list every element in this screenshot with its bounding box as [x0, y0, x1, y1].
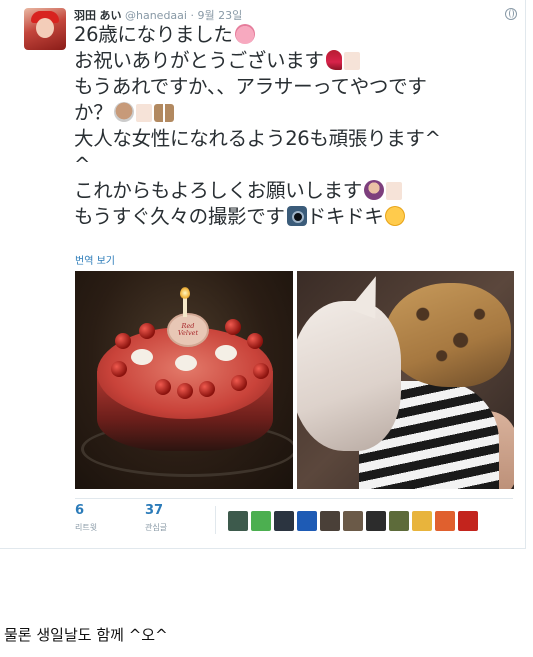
retweet-stat[interactable]: 6 리트윗 [75, 503, 97, 533]
tweet-line-text: これからもよろしくお願いします [74, 179, 363, 202]
plaque-line-2: Velvet [177, 329, 199, 337]
liker-avatar[interactable] [412, 511, 432, 531]
like-stat[interactable]: 37 관심글 [145, 503, 167, 533]
dancer-emoji-icon [325, 50, 342, 70]
cherry [225, 319, 241, 335]
sphynx-cat-shape [297, 301, 401, 451]
skin-tone-modifier-icon [343, 52, 360, 70]
cherry [155, 379, 171, 395]
candle-flame-shape [180, 287, 190, 299]
tweet-timestamp[interactable]: 9월 23일 [197, 9, 242, 22]
cherry [253, 363, 269, 379]
user-avatar[interactable] [24, 8, 66, 50]
liker-avatars [228, 511, 481, 531]
cherry [139, 323, 155, 339]
cherry [177, 383, 193, 399]
tweet-line-text: か？ [74, 101, 113, 124]
liker-avatar[interactable] [343, 511, 363, 531]
flushed-face-emoji-icon [385, 206, 406, 226]
tweet-card: 羽田 あい @hanedaai · 9월 23일 26歳になりました お祝いあり… [0, 0, 526, 549]
tweet-line-6: ^ [74, 153, 91, 176]
retweet-label: 리트윗 [75, 523, 98, 532]
tweet-line-text: ドキドキ [306, 205, 384, 228]
pig-face-emoji-icon [234, 24, 255, 44]
cherry [111, 361, 127, 377]
tweet-line-text: 26歳になりました [74, 23, 233, 46]
tweet-line-text: もうすぐ久々の撮影です [74, 205, 285, 228]
display-name[interactable]: 羽田 [74, 9, 96, 22]
tweet-line-7: これからもよろしくお願いします [74, 178, 514, 204]
bunny-girls-emoji-icon [154, 104, 175, 122]
liker-avatar[interactable] [389, 511, 409, 531]
older-woman-emoji-icon [114, 102, 135, 122]
camera-emoji-icon [286, 206, 307, 226]
birthday-cake-photo[interactable]: Red Velvet [75, 271, 293, 489]
liker-avatar[interactable] [297, 511, 317, 531]
post-caption: 물론 생일날도 함께 ^오^ [4, 626, 168, 644]
tweet-line-text: お祝いありがとうございます [74, 49, 324, 72]
cake-name-plaque: Red Velvet [167, 313, 209, 347]
liker-avatar[interactable] [366, 511, 386, 531]
tweet-text: 26歳になりました お祝いありがとうございます もうあれですか、、アラサーってや… [74, 22, 514, 230]
display-name-suffix[interactable]: あい [100, 9, 122, 22]
user-handle[interactable]: @hanedaai [125, 9, 187, 22]
skin-tone-modifier-icon [386, 182, 403, 200]
liker-avatar[interactable] [458, 511, 478, 531]
header-separator: · [190, 9, 194, 22]
skin-tone-modifier-icon [136, 104, 153, 122]
stat-separator [215, 506, 216, 534]
cherry [199, 381, 215, 397]
retweet-count: 6 [75, 503, 85, 518]
cream-swirl [131, 349, 153, 365]
liker-avatar[interactable] [228, 511, 248, 531]
globe-icon [505, 8, 517, 20]
liker-avatar[interactable] [320, 511, 340, 531]
tweet-stats: 6 리트윗 37 관심글 [75, 503, 513, 537]
raising-hand-woman-emoji-icon [364, 180, 385, 200]
like-count: 37 [145, 503, 164, 518]
tweet-line-1: 26歳になりました [74, 22, 514, 48]
liker-avatar[interactable] [274, 511, 294, 531]
tweet-line-8: もうすぐ久々の撮影です ドキドキ [74, 204, 514, 230]
cream-swirl [175, 355, 197, 371]
cherry [247, 333, 263, 349]
translate-link[interactable]: 번역 보기 [75, 252, 115, 267]
cherry [231, 375, 247, 391]
stats-divider [75, 498, 513, 499]
tweet-line-3: もうあれですか、、アラサーってやつです [74, 75, 427, 98]
cherry [115, 333, 131, 349]
tweet-line-2: お祝いありがとうございます [74, 48, 514, 74]
tweet-header: 羽田 あい @hanedaai · 9월 23일 [74, 7, 242, 23]
sphynx-ear-shape [349, 271, 389, 319]
tweet-line-5: 大人な女性になれるよう26も頑張ります^ [74, 127, 441, 150]
cream-swirl [215, 345, 237, 361]
avatar-face-shape [36, 18, 54, 38]
like-label: 관심글 [145, 523, 168, 532]
candle-shape [183, 297, 187, 317]
bengal-cat-shape [385, 283, 511, 387]
cats-photo[interactable] [297, 271, 514, 489]
liker-avatar[interactable] [435, 511, 455, 531]
tweet-line-4: か？ [74, 100, 514, 126]
liker-avatar[interactable] [251, 511, 271, 531]
